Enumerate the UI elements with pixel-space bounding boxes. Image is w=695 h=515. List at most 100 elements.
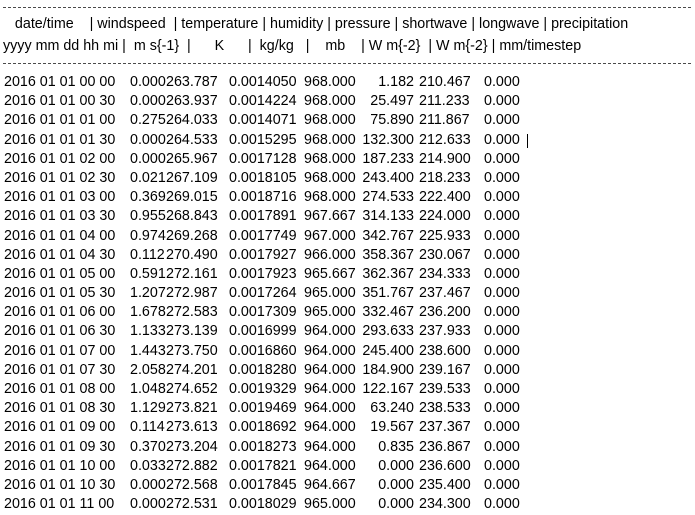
table-row: 2016 01 01 03 00 0.369 269.015 0.0018716 968…: [0, 188, 695, 207]
cell-temperature: 272.161: [166, 265, 218, 282]
data-rows: 2016 01 01 00 00 0.000 263.787 0.0014050 968…: [0, 73, 695, 514]
cell-precipitation: 0.000: [484, 419, 520, 436]
cell-temperature: 274.652: [166, 381, 218, 397]
cell-shortwave: 25.497: [370, 93, 414, 110]
cell-datetime: 2016 01 01 06 00: [4, 304, 116, 321]
cell-longwave: 218.233: [419, 169, 471, 186]
cell-longwave: 210.467: [419, 74, 471, 90]
cell-windspeed: 0.000: [130, 496, 166, 513]
table-row: 2016 01 01 00 30 0.000 263.937 0.0014224 968…: [0, 92, 695, 111]
cell-humidity: 0.0019469: [229, 400, 297, 417]
cell-shortwave: 362.367: [362, 265, 414, 282]
cell-longwave: 234.300: [419, 496, 471, 513]
cell-humidity: 0.0018716: [229, 189, 297, 206]
cell-longwave: 224.000: [419, 208, 471, 225]
cell-windspeed: 1.129: [130, 400, 166, 417]
cell-pressure: 967.667: [304, 208, 356, 225]
cell-pressure: 965.000: [304, 304, 356, 321]
cell-temperature: 268.843: [166, 208, 218, 225]
cell-precipitation: 0.000: [484, 457, 520, 474]
cell-temperature: 265.967: [166, 150, 218, 167]
cell-precipitation: 0.000: [484, 74, 520, 90]
cell-shortwave: 132.300: [362, 131, 414, 148]
cell-windspeed: 1.207: [130, 285, 166, 302]
table-row: 2016 01 01 05 00 0.591 272.161 0.0017923 965…: [0, 265, 695, 284]
cell-shortwave: 351.767: [362, 285, 414, 302]
cell-pressure: 968.000: [304, 189, 356, 206]
cell-datetime: 2016 01 01 08 00: [4, 381, 116, 397]
cell-temperature: 263.787: [166, 74, 218, 90]
cell-humidity: 0.0017845: [229, 476, 297, 493]
cell-datetime: 2016 01 01 02 30: [4, 169, 116, 186]
cell-datetime: 2016 01 01 06 30: [4, 323, 116, 340]
cell-datetime: 2016 01 01 02 00: [4, 150, 116, 167]
cell-datetime: 2016 01 01 05 30: [4, 285, 116, 302]
cell-longwave: 211.233: [419, 93, 470, 110]
cell-datetime: 2016 01 01 05 00: [4, 265, 116, 282]
cell-pressure: 964.000: [304, 381, 356, 397]
cell-datetime: 2016 01 01 11 00: [4, 496, 115, 513]
table-row: 2016 01 01 05 30 1.207 272.987 0.0017264 965…: [0, 284, 695, 303]
cell-precipitation: 0.000: [484, 189, 520, 206]
cell-precipitation: 0.000: [484, 496, 520, 513]
cell-shortwave: 332.467: [362, 304, 414, 321]
table-row: 2016 01 01 04 30 0.112 270.490 0.0017927 966…: [0, 246, 695, 265]
text-cursor: [527, 133, 528, 148]
table-row: 2016 01 01 02 00 0.000 265.967 0.0017128 968…: [0, 150, 695, 169]
cell-temperature: 269.268: [166, 227, 218, 244]
cell-shortwave: 122.167: [362, 381, 414, 397]
cell-shortwave: 243.400: [362, 169, 414, 186]
cell-longwave: 237.933: [419, 323, 471, 340]
cell-precipitation: 0.000: [484, 400, 520, 417]
cell-precipitation: 0.000: [484, 438, 520, 455]
cell-temperature: 273.139: [166, 323, 218, 340]
cell-shortwave: 0.000: [378, 476, 414, 493]
cell-windspeed: 0.000: [130, 150, 166, 167]
cell-datetime: 2016 01 01 09 00: [4, 419, 116, 436]
cell-humidity: 0.0018692: [229, 419, 297, 436]
cell-windspeed: 0.591: [130, 265, 166, 282]
table-row: 2016 01 01 04 00 0.974 269.268 0.0017749 967…: [0, 227, 695, 246]
cell-pressure: 966.000: [304, 246, 356, 263]
cell-datetime: 2016 01 01 00 00: [4, 74, 116, 90]
cell-temperature: 273.613: [166, 419, 218, 436]
cell-datetime: 2016 01 01 07 30: [4, 361, 116, 378]
cell-windspeed: 2.058: [130, 361, 166, 378]
cell-longwave: 235.400: [419, 476, 471, 493]
cell-shortwave: 245.400: [362, 342, 414, 359]
cell-shortwave: 314.133: [362, 208, 414, 225]
cell-temperature: 264.033: [166, 112, 218, 129]
cell-humidity: 0.0017927: [229, 246, 297, 263]
cell-temperature: 273.204: [166, 438, 218, 455]
cell-datetime: 2016 01 01 04 00: [4, 227, 116, 244]
table-row: 2016 01 01 11 00 0.000 272.531 0.0018029 965…: [0, 495, 695, 514]
cell-temperature: 267.109: [166, 169, 218, 186]
cell-shortwave: 187.233: [362, 150, 414, 167]
table-row: 2016 01 01 10 30 0.000 272.568 0.0017845 964…: [0, 476, 695, 495]
cell-humidity: 0.0017309: [229, 304, 297, 321]
cell-temperature: 273.821: [166, 400, 218, 417]
cell-humidity: 0.0018273: [229, 438, 297, 455]
cell-precipitation: 0.000: [484, 169, 520, 186]
text-document[interactable]: date/time | windspeed | temperature | hu…: [0, 0, 695, 515]
cell-shortwave: 184.900: [362, 361, 414, 378]
cell-pressure: 964.000: [304, 400, 356, 417]
cell-windspeed: 0.021: [130, 169, 166, 186]
cell-temperature: 269.015: [166, 189, 218, 206]
cell-precipitation: 0.000: [484, 304, 520, 321]
table-row: 2016 01 01 07 00 1.443 273.750 0.0016860 964…: [0, 342, 695, 361]
cell-windspeed: 0.114: [130, 419, 165, 436]
table-row: 2016 01 01 02 30 0.021 267.109 0.0018105 968…: [0, 169, 695, 188]
cell-longwave: 225.933: [419, 227, 471, 244]
table-row: 2016 01 01 08 00 1.048 274.652 0.0019329 964…: [0, 380, 695, 399]
cell-shortwave: 0.000: [378, 496, 414, 513]
cell-windspeed: 0.000: [130, 74, 166, 90]
cell-humidity: 0.0014224: [229, 93, 297, 110]
table-row: 2016 01 01 00 00 0.000 263.787 0.0014050 968…: [0, 73, 695, 92]
cell-pressure: 964.000: [304, 342, 356, 359]
cell-windspeed: 1.678: [130, 304, 166, 321]
cell-precipitation: 0.000: [484, 476, 520, 493]
cell-datetime: 2016 01 01 00 30: [4, 93, 116, 110]
cell-temperature: 263.937: [166, 93, 218, 110]
cell-pressure: 968.000: [304, 112, 356, 129]
